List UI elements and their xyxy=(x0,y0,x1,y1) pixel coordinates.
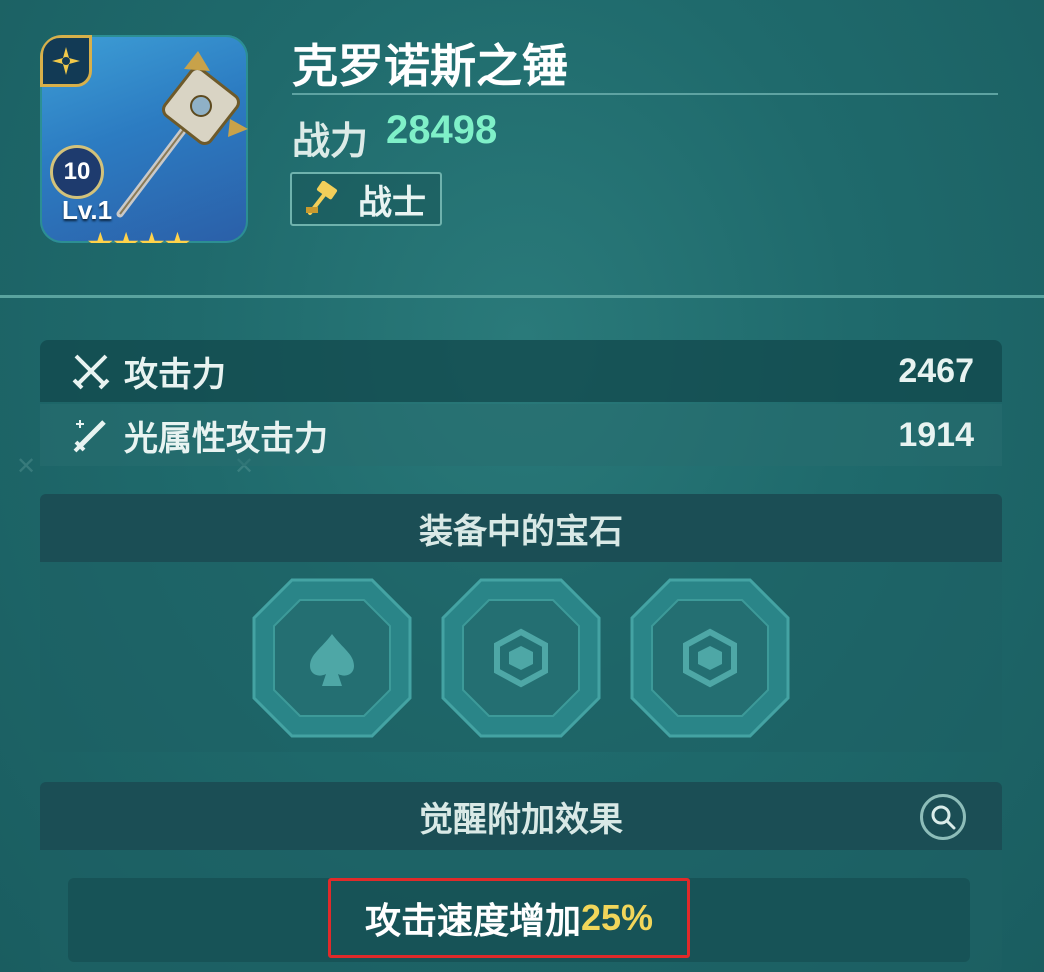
gems-header: 装备中的宝石 xyxy=(40,494,1002,562)
item-level: Lv.1 xyxy=(62,195,113,225)
stat-row: 光属性攻击力 1914 xyxy=(40,404,1002,466)
star-emblem-icon xyxy=(52,47,80,75)
gems-title: 装备中的宝石 xyxy=(419,512,623,551)
awaken-effect-text: 攻击速度增加 25% xyxy=(328,878,690,958)
awaken-header: 觉醒附加效果 xyxy=(40,782,1002,850)
hexagon-gem-icon xyxy=(441,578,601,738)
power-value: 28498 xyxy=(386,108,498,152)
search-button[interactable] xyxy=(920,794,966,840)
title-divider xyxy=(292,93,998,95)
effect-prefix: 攻击速度增加 xyxy=(364,900,581,941)
gem-slot[interactable] xyxy=(441,578,601,738)
spade-gem-icon xyxy=(252,578,412,738)
star-icon: ★ xyxy=(163,226,192,243)
star-icon: ★ xyxy=(86,226,115,243)
warrior-hammer-icon xyxy=(306,181,338,215)
gem-slot[interactable] xyxy=(252,578,412,738)
crossed-swords-icon xyxy=(72,354,110,390)
stat-label: 光属性攻击力 xyxy=(124,419,328,458)
gem-slot[interactable] xyxy=(630,578,790,738)
hexagon-gem-icon xyxy=(630,578,790,738)
stat-row: 攻击力 2467 xyxy=(40,340,1002,402)
stat-value: 2467 xyxy=(898,351,974,390)
class-tag: 战士 xyxy=(290,172,442,226)
item-name: 克罗诺斯之锤 xyxy=(292,40,568,92)
rarity-corner xyxy=(40,35,92,87)
section-divider xyxy=(0,295,1044,298)
star-rating: ★★★★ xyxy=(86,225,192,243)
light-sword-icon xyxy=(73,420,106,453)
search-icon xyxy=(931,805,956,830)
equipped-gems-panel: 装备中的宝石 xyxy=(40,494,1002,752)
class-label: 战士 xyxy=(358,183,426,222)
stat-label: 攻击力 xyxy=(124,355,226,394)
item-thumbnail[interactable]: 10 Lv.1 ★★★★ xyxy=(40,35,248,243)
item-header: 10 Lv.1 ★★★★ 克罗诺斯之锤 战力 28498 战士 xyxy=(0,0,1044,296)
power-label: 战力 xyxy=(292,121,369,163)
effect-value: 25% xyxy=(580,897,654,938)
star-icon: ★ xyxy=(112,226,141,243)
stat-value: 1914 xyxy=(898,415,974,454)
bg-decoration: ✕ xyxy=(16,453,37,480)
enhance-level-badge: 10 xyxy=(50,145,104,199)
awaken-title: 觉醒附加效果 xyxy=(419,800,623,839)
star-icon: ★ xyxy=(137,226,166,243)
